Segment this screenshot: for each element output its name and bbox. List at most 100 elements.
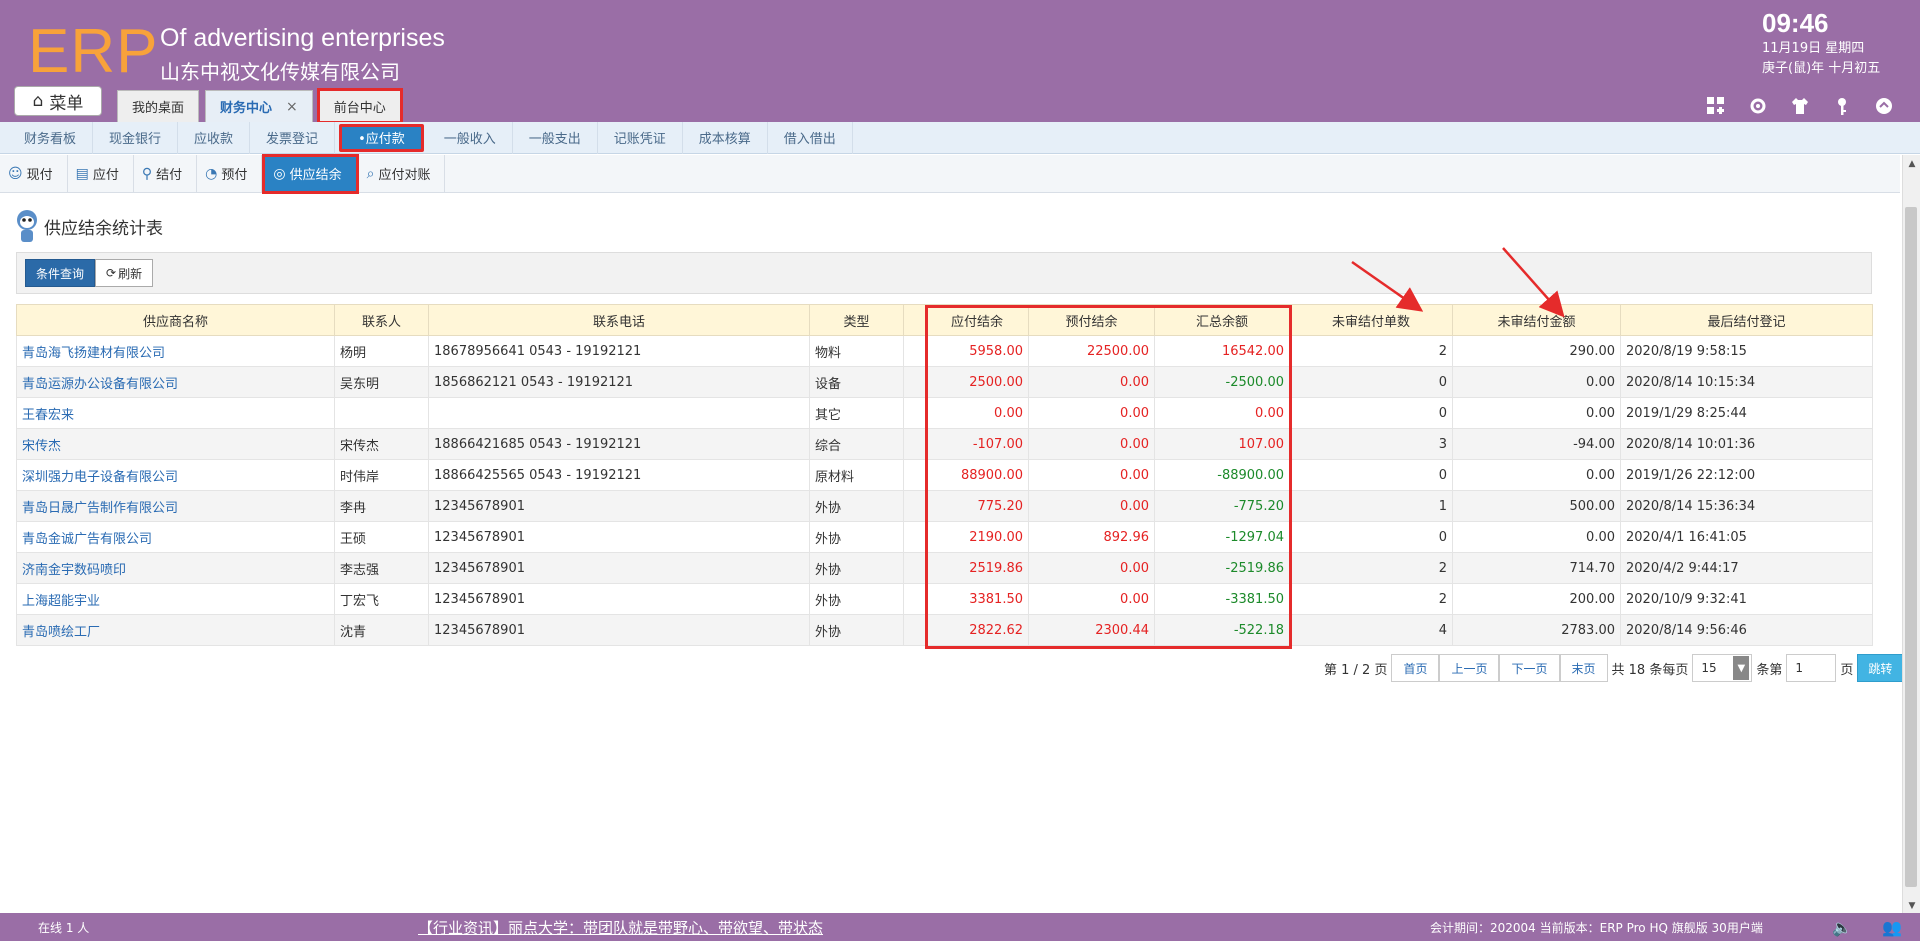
module-general-income[interactable]: 一般收入	[428, 121, 513, 154]
users-icon[interactable]: 👥	[1882, 918, 1902, 937]
key-icon[interactable]	[1830, 94, 1854, 118]
condition-query-button[interactable]: 条件查询	[25, 259, 96, 287]
first-page-button[interactable]: 首页	[1391, 654, 1440, 682]
col-total-balance-cell: -2519.86	[1154, 552, 1290, 584]
scroll-up-icon[interactable]: ▲	[1903, 155, 1920, 173]
gear-icon[interactable]	[1746, 94, 1770, 118]
col-unaudited-amount-cell: 0.00	[1452, 459, 1621, 491]
table-row[interactable]: 王春宏来 其它 0.00 0.00 0.00 0 0.00 2019/1/29 8:25:44	[16, 397, 1873, 429]
col-contact-cell: 吴东明	[334, 366, 429, 398]
col-supplier-name-cell[interactable]: 青岛日晟广告制作有限公司	[16, 490, 335, 522]
speaker-icon[interactable]: 🔈	[1832, 918, 1852, 937]
table-row[interactable]: 青岛日晟广告制作有限公司 李冉 12345678901 外协 775.20 0.00 -77…	[16, 490, 1873, 522]
col-supplier-name-cell[interactable]: 深圳强力电子设备有限公司	[16, 459, 335, 491]
erp-logo: ERP	[28, 17, 159, 86]
news-link[interactable]: 【行业资讯】丽点大学：带团队就是带野心、带欲望、带状态	[418, 917, 823, 938]
table-row[interactable]: 宋传杰 宋传杰 18866421685 0543 - 19192121 综合 -107.…	[16, 428, 1873, 460]
shirt-icon[interactable]	[1788, 94, 1812, 118]
subtab-supply-balance[interactable]: ◎ 供应结余	[262, 153, 359, 194]
col-payable-balance-cell: -107.00	[925, 428, 1029, 460]
page-size-select[interactable]: 15 ▼	[1692, 654, 1753, 682]
col-phone-cell: 1856862121 0543 - 19192121	[428, 366, 810, 398]
col-type-cell: 原材料	[809, 459, 904, 491]
col-supplier-name-cell[interactable]: 济南金宇数码喷印	[16, 552, 335, 584]
table-row[interactable]: 青岛海飞扬建材有限公司 杨明 18678956641 0543 - 19192121…	[16, 335, 1873, 367]
col-type-cell: 设备	[809, 366, 904, 398]
module-invoice-registration[interactable]: 发票登记	[250, 121, 336, 154]
col-supplier-name-cell[interactable]: 青岛金诚广告有限公司	[16, 521, 335, 553]
subtab-label: 预付	[221, 168, 248, 183]
module-finance-board[interactable]: 财务看板	[8, 121, 94, 154]
col-prepaid-balance-cell: 0.00	[1028, 428, 1155, 460]
col-last-settle-cell: 2020/4/2 9:44:17	[1620, 552, 1873, 584]
subtab-payable-reconcile[interactable]: ⌕ 应付对账	[359, 154, 446, 193]
col-spacer-header	[903, 304, 926, 336]
refresh-button[interactable]: ⟳ 刷新	[95, 259, 154, 287]
grid-add-icon[interactable]	[1704, 94, 1728, 118]
col-supplier-name-cell[interactable]: 青岛喷绘工厂	[16, 614, 335, 646]
col-contact-cell: 沈青	[334, 614, 429, 646]
module-vouchers[interactable]: 记账凭证	[598, 121, 683, 154]
col-contact-cell: 宋传杰	[334, 428, 429, 460]
col-phone-cell: 12345678901	[428, 614, 810, 646]
menu-button[interactable]: ⌂ 菜单	[14, 86, 102, 116]
table-row[interactable]: 青岛金诚广告有限公司 王硕 12345678901 外协 2190.00 892.96 -1…	[16, 521, 1873, 553]
supplier-balance-table: 供应商名称 联系人 联系电话 类型 应付结余 预付结余 汇总余额 未审结付单数 未审结付金额 最后…	[16, 304, 1873, 646]
scroll-thumb[interactable]	[1905, 207, 1917, 887]
tab-my-desktop[interactable]: 我的桌面	[117, 90, 200, 122]
module-general-expense[interactable]: 一般支出	[513, 121, 598, 154]
main-tabs: 我的桌面 财务中心 × 前台中心	[117, 88, 403, 124]
tab-finance-center[interactable]: 财务中心 ×	[205, 90, 313, 122]
next-page-button[interactable]: 下一页	[1499, 654, 1560, 682]
table-row[interactable]: 青岛运源办公设备有限公司 吴东明 1856862121 0543 - 1919212…	[16, 366, 1873, 398]
col-total-balance-cell: 16542.00	[1154, 335, 1290, 367]
goto-page-input[interactable]: 1	[1786, 654, 1837, 682]
refresh-icon: ⟳	[106, 266, 117, 280]
col-payable-balance-cell: 2190.00	[925, 521, 1029, 553]
chevron-up-icon[interactable]	[1872, 94, 1896, 118]
col-unaudited-amount-cell: 0.00	[1452, 397, 1621, 429]
subtab-label: 现付	[26, 168, 53, 183]
col-supplier-name-cell[interactable]: 王春宏来	[16, 397, 335, 429]
page-info: 第 1 / 2 页	[1324, 662, 1388, 678]
table-header-row: 供应商名称 联系人 联系电话 类型 应付结余 预付结余 汇总余额 未审结付单数 未审结付金额 最后…	[16, 304, 1873, 336]
module-receivables[interactable]: 应收款	[178, 121, 251, 154]
table-row[interactable]: 济南金宇数码喷印 李志强 12345678901 外协 2519.86 0.00 -2519…	[16, 552, 1873, 584]
table-row[interactable]: 青岛喷绘工厂 沈青 12345678901 外协 2822.62 2300.44 -522.…	[16, 614, 1873, 646]
col-type-cell: 外协	[809, 583, 904, 615]
subtab-cash-pay[interactable]: ☺ 现付	[0, 154, 68, 193]
module-cost-accounting[interactable]: 成本核算	[683, 121, 768, 154]
col-prepaid-balance-cell: 0.00	[1028, 397, 1155, 429]
subtab-label: 供应结余	[289, 168, 342, 183]
table-row[interactable]: 上海超能宇业 丁宏飞 12345678901 外协 3381.50 0.00 -3381.5…	[16, 583, 1873, 615]
col-prepaid-balance-cell: 0.00	[1028, 459, 1155, 491]
subtab-payable[interactable]: ▤ 应付	[68, 154, 134, 193]
col-supplier-name-cell[interactable]: 宋传杰	[16, 428, 335, 460]
footer-icons: 🔈 👥	[1832, 918, 1902, 937]
col-last-settle-cell: 2020/8/14 9:56:46	[1620, 614, 1873, 646]
user-pay-icon: ☺	[8, 165, 23, 182]
module-cash-bank[interactable]: 现金银行	[93, 121, 179, 154]
table-row[interactable]: 深圳强力电子设备有限公司 时伟岸 18866425565 0543 - 191921…	[16, 459, 1873, 491]
col-payable-balance-cell: 3381.50	[925, 583, 1029, 615]
module-payables[interactable]: •应付款	[339, 123, 424, 152]
tab-front-desk-center[interactable]: 前台中心	[316, 88, 403, 124]
col-supplier-name-cell[interactable]: 青岛运源办公设备有限公司	[16, 366, 335, 398]
tab-label: 财务中心	[220, 101, 273, 116]
col-supplier-name-cell[interactable]: 青岛海飞扬建材有限公司	[16, 335, 335, 367]
page-scrollbar[interactable]: ▲ ▼	[1902, 155, 1920, 915]
col-last-settle-cell: 2020/4/1 16:41:05	[1620, 521, 1873, 553]
col-phone-cell: 12345678901	[428, 490, 810, 522]
prev-page-button[interactable]: 上一页	[1439, 654, 1500, 682]
module-borrowing[interactable]: 借入借出	[768, 121, 853, 154]
col-last-settle-cell: 2019/1/29 8:25:44	[1620, 397, 1873, 429]
close-icon[interactable]: ×	[286, 99, 298, 115]
col-total-balance-header: 汇总余额	[1154, 304, 1290, 336]
query-toolbar: 条件查询 ⟳ 刷新	[16, 252, 1872, 294]
last-page-button[interactable]: 末页	[1559, 654, 1608, 682]
goto-prefix: 条第	[1756, 662, 1783, 678]
goto-button[interactable]: 跳转	[1857, 654, 1904, 682]
col-supplier-name-cell[interactable]: 上海超能宇业	[16, 583, 335, 615]
subtab-prepay[interactable]: ◔ 预付	[197, 154, 263, 193]
subtab-settle[interactable]: ⚲ 结付	[134, 154, 198, 193]
